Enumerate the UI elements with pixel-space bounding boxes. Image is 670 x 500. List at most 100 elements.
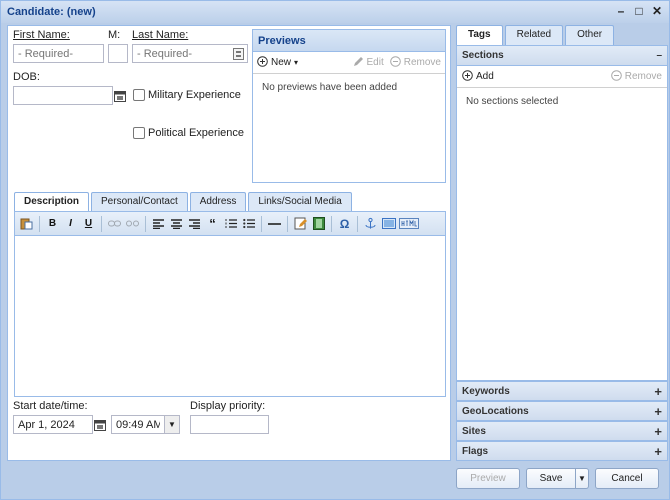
paste-icon[interactable]	[18, 215, 35, 232]
accordion-geolocations[interactable]: GeoLocations +	[456, 401, 668, 421]
tab-other[interactable]: Other	[565, 25, 615, 45]
dob-label: DOB:	[13, 71, 40, 83]
editor-content-area[interactable]	[15, 236, 445, 396]
display-priority-input[interactable]	[190, 415, 269, 434]
maximize-icon[interactable]: □	[633, 4, 645, 18]
expand-icon[interactable]: +	[654, 444, 662, 459]
remove-preview-button[interactable]: Remove	[389, 55, 441, 70]
previews-empty-text: No previews have been added	[262, 82, 398, 93]
anchor-icon[interactable]	[362, 215, 379, 232]
footer-buttons: Preview Save ▼ Cancel	[456, 468, 659, 489]
display-priority-label: Display priority:	[190, 400, 266, 412]
first-name-input[interactable]	[13, 44, 104, 63]
tab-related[interactable]: Related	[504, 25, 564, 45]
sections-empty-text: No sections selected	[466, 96, 559, 107]
start-time-input[interactable]	[111, 415, 165, 434]
cancel-button[interactable]: Cancel	[595, 468, 659, 489]
align-left-icon[interactable]	[150, 215, 167, 232]
military-experience-checkbox[interactable]	[133, 89, 145, 101]
film-icon[interactable]	[310, 215, 327, 232]
toolbar-separator	[287, 215, 288, 232]
remove-section-button[interactable]: Remove	[610, 69, 662, 84]
military-experience-label: Military Experience	[148, 89, 241, 101]
edit-preview-button[interactable]: Edit	[353, 56, 384, 70]
candidate-form: First Name: M: Last Name: DOB: Military …	[7, 25, 451, 461]
contact-card-icon[interactable]	[230, 44, 246, 63]
calendar-icon[interactable]	[112, 86, 128, 105]
expand-icon[interactable]: +	[654, 424, 662, 439]
toolbar-separator	[357, 215, 358, 232]
political-experience-checkbox[interactable]	[133, 127, 145, 139]
first-name-label: First Name:	[13, 29, 70, 41]
editor-toolbar: B I U “ Ω	[15, 212, 445, 236]
toolbar-separator	[39, 215, 40, 232]
right-tabs: Tags Related Other	[456, 25, 668, 45]
save-split-button: Save ▼	[526, 468, 589, 489]
blockquote-icon[interactable]: “	[204, 215, 221, 232]
bold-icon[interactable]: B	[44, 215, 61, 232]
editor-tabs: Description Personal/Contact Address Lin…	[14, 192, 352, 212]
middle-initial-label: M:	[108, 29, 121, 41]
sections-header[interactable]: Sections –	[457, 46, 667, 66]
toolbar-separator	[101, 215, 102, 232]
previews-panel: Previews New ▾ Edit Remove No previews h…	[252, 29, 446, 183]
political-experience-label: Political Experience	[148, 127, 244, 139]
toolbar-separator	[145, 215, 146, 232]
window-titlebar[interactable]: Candidate: (new) – □ ✕	[1, 1, 669, 23]
edit-source-icon[interactable]	[292, 215, 309, 232]
sections-toolbar: Add Remove	[457, 66, 667, 88]
minimize-icon[interactable]: –	[615, 4, 627, 18]
close-icon[interactable]: ✕	[651, 4, 663, 18]
pencil-icon	[353, 56, 364, 70]
tab-tags[interactable]: Tags	[456, 25, 503, 45]
save-button[interactable]: Save	[526, 468, 576, 489]
time-dropdown-icon[interactable]: ▼	[164, 415, 180, 434]
middle-initial-input[interactable]	[108, 44, 128, 63]
sections-panel: Sections – Add Remove No sections select…	[456, 45, 668, 381]
image-icon[interactable]	[380, 215, 397, 232]
accordion-sites[interactable]: Sites +	[456, 421, 668, 441]
toolbar-separator	[331, 215, 332, 232]
new-preview-button[interactable]: New ▾	[257, 55, 299, 70]
italic-icon[interactable]: I	[62, 215, 79, 232]
calendar-icon[interactable]	[92, 415, 108, 434]
save-dropdown-icon[interactable]: ▼	[576, 468, 589, 489]
start-datetime-label: Start date/time:	[13, 400, 88, 412]
horizontal-rule-icon[interactable]	[266, 215, 283, 232]
html-icon[interactable]	[398, 215, 420, 232]
dropdown-arrow-icon: ▾	[294, 58, 299, 67]
preview-button[interactable]: Preview	[456, 468, 520, 489]
remove-circle-icon	[389, 55, 401, 70]
ordered-list-icon[interactable]	[222, 215, 239, 232]
previews-toolbar: New ▾ Edit Remove	[253, 52, 445, 74]
remove-circle-icon	[610, 69, 622, 84]
expand-icon[interactable]: +	[654, 384, 662, 399]
dob-input[interactable]	[13, 86, 113, 105]
toolbar-separator	[261, 215, 262, 232]
tab-address[interactable]: Address	[189, 192, 247, 211]
accordion-keywords[interactable]: Keywords +	[456, 381, 668, 401]
add-circle-icon	[462, 69, 473, 84]
window-title: Candidate: (new)	[7, 6, 96, 18]
underline-icon[interactable]: U	[80, 215, 97, 232]
tab-personal-contact[interactable]: Personal/Contact	[91, 192, 188, 211]
candidate-window: Candidate: (new) – □ ✕ First Name: M: La…	[0, 0, 670, 500]
unlink-icon[interactable]	[124, 215, 141, 232]
last-name-label: Last Name:	[132, 29, 189, 41]
start-date-input[interactable]	[13, 415, 93, 434]
collapse-icon[interactable]: –	[656, 50, 662, 61]
accordion-flags[interactable]: Flags +	[456, 441, 668, 461]
add-section-button[interactable]: Add	[462, 69, 494, 84]
expand-icon[interactable]: +	[654, 404, 662, 419]
align-center-icon[interactable]	[168, 215, 185, 232]
link-icon[interactable]	[106, 215, 123, 232]
tab-description[interactable]: Description	[14, 192, 90, 212]
unordered-list-icon[interactable]	[240, 215, 257, 232]
align-right-icon[interactable]	[186, 215, 203, 232]
description-editor: B I U “ Ω	[14, 211, 446, 397]
add-circle-icon	[257, 55, 268, 70]
special-character-icon[interactable]: Ω	[336, 215, 353, 232]
right-panel: Tags Related Other Sections – Add Remove…	[456, 25, 668, 461]
previews-header: Previews	[253, 30, 445, 52]
tab-links-social-media[interactable]: Links/Social Media	[248, 192, 352, 211]
